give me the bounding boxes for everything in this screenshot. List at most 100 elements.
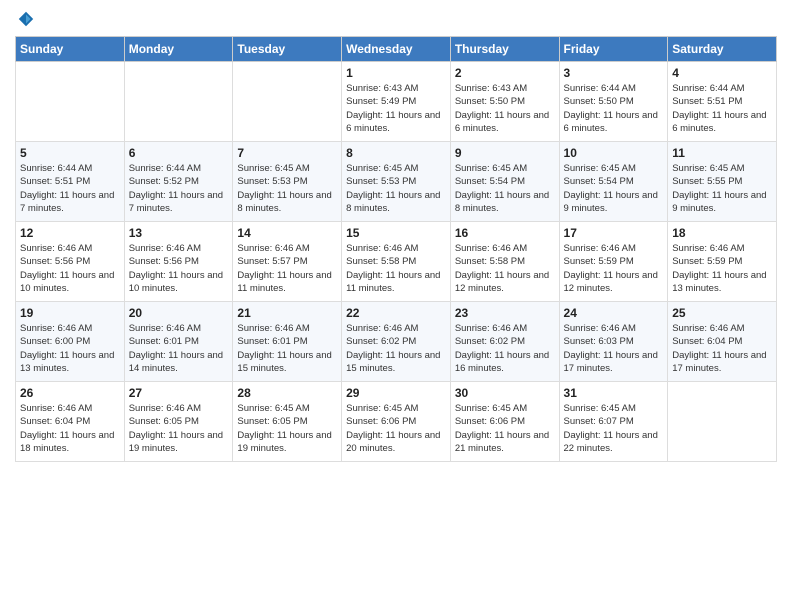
calendar-cell: 15 Sunrise: 6:46 AMSunset: 5:58 PMDayligh… <box>342 222 451 302</box>
day-number: 18 <box>672 226 772 240</box>
page: SundayMondayTuesdayWednesdayThursdayFrid… <box>0 0 792 612</box>
day-number: 6 <box>129 146 229 160</box>
cell-info: Sunrise: 6:45 AMSunset: 6:06 PMDaylight:… <box>346 402 446 455</box>
week-row-3: 19Sunrise: 6:46 AMSunset: 6:00 PMDayligh… <box>16 302 777 382</box>
calendar-cell: 9 Sunrise: 6:45 AMSunset: 5:54 PMDaylight… <box>450 142 559 222</box>
calendar-cell: 14 Sunrise: 6:46 AMSunset: 5:57 PMDayligh… <box>233 222 342 302</box>
day-number: 5 <box>20 146 120 160</box>
day-number: 16 <box>455 226 555 240</box>
calendar-cell: 20 Sunrise: 6:46 AMSunset: 6:01 PMDayligh… <box>124 302 233 382</box>
week-row-4: 26Sunrise: 6:46 AMSunset: 6:04 PMDayligh… <box>16 382 777 462</box>
calendar-cell: 2Sunrise: 6:43 AMSunset: 5:50 PMDaylight… <box>450 62 559 142</box>
calendar-cell: 16 Sunrise: 6:46 AMSunset: 5:58 PMDayligh… <box>450 222 559 302</box>
calendar-cell: 11 Sunrise: 6:45 AMSunset: 5:55 PMDayligh… <box>668 142 777 222</box>
calendar-cell <box>124 62 233 142</box>
cell-info: Sunrise: 6:46 AMSunset: 6:00 PMDaylight:… <box>20 322 120 375</box>
week-row-1: 5 Sunrise: 6:44 AMSunset: 5:51 PMDaylight… <box>16 142 777 222</box>
day-number: 3 <box>564 66 664 80</box>
calendar-cell: 19Sunrise: 6:46 AMSunset: 6:00 PMDayligh… <box>16 302 125 382</box>
cell-info: Sunrise: 6:46 AMSunset: 6:05 PMDaylight:… <box>129 402 229 455</box>
day-number: 27 <box>129 386 229 400</box>
cell-info: Sunrise: 6:46 AMSunset: 5:57 PMDaylight:… <box>237 242 337 295</box>
calendar-cell: 31Sunrise: 6:45 AMSunset: 6:07 PMDayligh… <box>559 382 668 462</box>
calendar-cell: 5 Sunrise: 6:44 AMSunset: 5:51 PMDaylight… <box>16 142 125 222</box>
day-number: 26 <box>20 386 120 400</box>
day-number: 9 <box>455 146 555 160</box>
logo <box>15 10 35 28</box>
day-number: 29 <box>346 386 446 400</box>
header <box>15 10 777 28</box>
calendar-header-row: SundayMondayTuesdayWednesdayThursdayFrid… <box>16 37 777 62</box>
day-number: 15 <box>346 226 446 240</box>
cell-info: Sunrise: 6:46 AMSunset: 6:02 PMDaylight:… <box>346 322 446 375</box>
cell-info: Sunrise: 6:44 AMSunset: 5:51 PMDaylight:… <box>672 82 772 135</box>
day-number: 22 <box>346 306 446 320</box>
cell-info: Sunrise: 6:46 AMSunset: 6:01 PMDaylight:… <box>237 322 337 375</box>
cell-info: Sunrise: 6:45 AMSunset: 5:53 PMDaylight:… <box>237 162 337 215</box>
calendar-cell: 1 Sunrise: 6:43 AMSunset: 5:49 PMDaylight… <box>342 62 451 142</box>
cell-info: Sunrise: 6:46 AMSunset: 6:04 PMDaylight:… <box>672 322 772 375</box>
cell-info: Sunrise: 6:46 AMSunset: 5:58 PMDaylight:… <box>455 242 555 295</box>
day-number: 13 <box>129 226 229 240</box>
calendar-cell: 21 Sunrise: 6:46 AMSunset: 6:01 PMDayligh… <box>233 302 342 382</box>
calendar-cell: 10 Sunrise: 6:45 AMSunset: 5:54 PMDayligh… <box>559 142 668 222</box>
header-day-sunday: Sunday <box>16 37 125 62</box>
header-day-wednesday: Wednesday <box>342 37 451 62</box>
cell-info: Sunrise: 6:45 AMSunset: 5:53 PMDaylight:… <box>346 162 446 215</box>
week-row-2: 12 Sunrise: 6:46 AMSunset: 5:56 PMDayligh… <box>16 222 777 302</box>
day-number: 4 <box>672 66 772 80</box>
cell-info: Sunrise: 6:46 AMSunset: 6:03 PMDaylight:… <box>564 322 664 375</box>
day-number: 7 <box>237 146 337 160</box>
cell-info: Sunrise: 6:45 AMSunset: 5:54 PMDaylight:… <box>455 162 555 215</box>
day-number: 24 <box>564 306 664 320</box>
day-number: 8 <box>346 146 446 160</box>
calendar-cell: 7 Sunrise: 6:45 AMSunset: 5:53 PMDaylight… <box>233 142 342 222</box>
calendar-cell: 12 Sunrise: 6:46 AMSunset: 5:56 PMDayligh… <box>16 222 125 302</box>
cell-info: Sunrise: 6:46 AMSunset: 5:59 PMDaylight:… <box>672 242 772 295</box>
header-day-thursday: Thursday <box>450 37 559 62</box>
day-number: 14 <box>237 226 337 240</box>
logo-icon <box>17 10 35 28</box>
header-day-saturday: Saturday <box>668 37 777 62</box>
calendar-table: SundayMondayTuesdayWednesdayThursdayFrid… <box>15 36 777 462</box>
day-number: 20 <box>129 306 229 320</box>
calendar-cell: 29 Sunrise: 6:45 AMSunset: 6:06 PMDayligh… <box>342 382 451 462</box>
day-number: 17 <box>564 226 664 240</box>
header-day-friday: Friday <box>559 37 668 62</box>
calendar-cell: 24 Sunrise: 6:46 AMSunset: 6:03 PMDayligh… <box>559 302 668 382</box>
cell-info: Sunrise: 6:45 AMSunset: 5:55 PMDaylight:… <box>672 162 772 215</box>
day-number: 23 <box>455 306 555 320</box>
cell-info: Sunrise: 6:46 AMSunset: 6:02 PMDaylight:… <box>455 322 555 375</box>
cell-info: Sunrise: 6:46 AMSunset: 5:58 PMDaylight:… <box>346 242 446 295</box>
calendar-cell: 30Sunrise: 6:45 AMSunset: 6:06 PMDayligh… <box>450 382 559 462</box>
cell-info: Sunrise: 6:46 AMSunset: 6:01 PMDaylight:… <box>129 322 229 375</box>
calendar-cell: 13 Sunrise: 6:46 AMSunset: 5:56 PMDayligh… <box>124 222 233 302</box>
calendar-cell: 28 Sunrise: 6:45 AMSunset: 6:05 PMDayligh… <box>233 382 342 462</box>
calendar-cell: 26Sunrise: 6:46 AMSunset: 6:04 PMDayligh… <box>16 382 125 462</box>
calendar-cell: 4 Sunrise: 6:44 AMSunset: 5:51 PMDaylight… <box>668 62 777 142</box>
day-number: 21 <box>237 306 337 320</box>
week-row-0: 1 Sunrise: 6:43 AMSunset: 5:49 PMDaylight… <box>16 62 777 142</box>
cell-info: Sunrise: 6:44 AMSunset: 5:52 PMDaylight:… <box>129 162 229 215</box>
cell-info: Sunrise: 6:46 AMSunset: 5:56 PMDaylight:… <box>129 242 229 295</box>
cell-info: Sunrise: 6:45 AMSunset: 6:05 PMDaylight:… <box>237 402 337 455</box>
calendar-cell: 6 Sunrise: 6:44 AMSunset: 5:52 PMDaylight… <box>124 142 233 222</box>
calendar-cell <box>668 382 777 462</box>
cell-info: Sunrise: 6:45 AMSunset: 6:07 PMDaylight:… <box>564 402 664 455</box>
cell-info: Sunrise: 6:43 AMSunset: 5:49 PMDaylight:… <box>346 82 446 135</box>
calendar-cell: 8 Sunrise: 6:45 AMSunset: 5:53 PMDaylight… <box>342 142 451 222</box>
calendar-cell: 22 Sunrise: 6:46 AMSunset: 6:02 PMDayligh… <box>342 302 451 382</box>
cell-info: Sunrise: 6:45 AMSunset: 6:06 PMDaylight:… <box>455 402 555 455</box>
cell-info: Sunrise: 6:45 AMSunset: 5:54 PMDaylight:… <box>564 162 664 215</box>
day-number: 1 <box>346 66 446 80</box>
cell-info: Sunrise: 6:46 AMSunset: 5:59 PMDaylight:… <box>564 242 664 295</box>
day-number: 25 <box>672 306 772 320</box>
day-number: 12 <box>20 226 120 240</box>
day-number: 2 <box>455 66 555 80</box>
day-number: 10 <box>564 146 664 160</box>
day-number: 11 <box>672 146 772 160</box>
cell-info: Sunrise: 6:46 AMSunset: 5:56 PMDaylight:… <box>20 242 120 295</box>
day-number: 28 <box>237 386 337 400</box>
header-day-tuesday: Tuesday <box>233 37 342 62</box>
cell-info: Sunrise: 6:44 AMSunset: 5:51 PMDaylight:… <box>20 162 120 215</box>
